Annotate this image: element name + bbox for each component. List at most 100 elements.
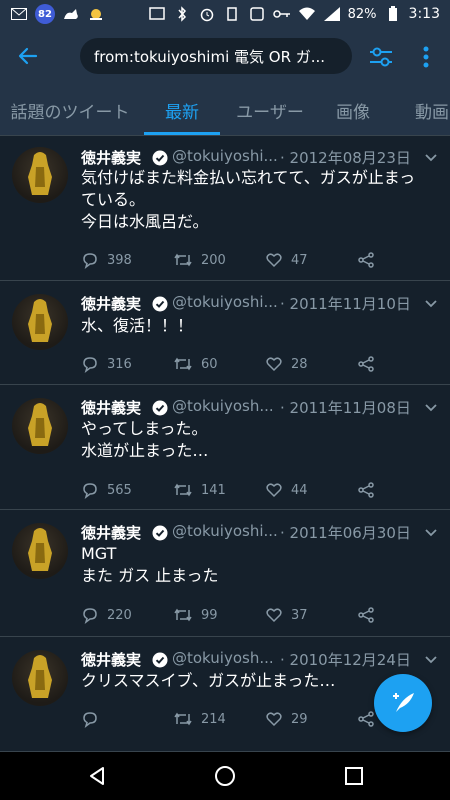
more-vertical-icon xyxy=(423,46,429,68)
retweet-button[interactable]: 141 xyxy=(173,480,226,500)
retweet-button[interactable]: 99 xyxy=(173,605,218,625)
like-count: 37 xyxy=(291,607,308,623)
retweet-icon xyxy=(174,253,192,267)
key-icon xyxy=(272,5,291,23)
chevron-down-icon[interactable] xyxy=(424,526,438,540)
battery-icon xyxy=(384,5,402,23)
verified-icon xyxy=(152,525,168,541)
avatar[interactable] xyxy=(12,147,68,203)
nav-recents-icon[interactable] xyxy=(342,764,366,788)
retweet-button[interactable]: 214 xyxy=(173,709,226,729)
search-input[interactable]: from:tokuiyoshimi 電気 OR ガ... xyxy=(80,38,352,74)
heart-icon xyxy=(266,712,282,727)
gold-figure-image xyxy=(28,299,52,342)
filter-button[interactable] xyxy=(366,42,396,72)
gold-figure-image xyxy=(28,152,52,195)
arrow-left-icon xyxy=(18,47,38,65)
like-count: 47 xyxy=(291,252,308,268)
reply-count: 316 xyxy=(107,356,132,372)
retweet-button[interactable]: 60 xyxy=(173,354,218,374)
chevron-down-icon[interactable] xyxy=(424,151,438,165)
chevron-down-icon[interactable] xyxy=(424,297,438,311)
share-button[interactable] xyxy=(357,605,375,625)
share-button[interactable] xyxy=(357,709,375,729)
tweet-actions: 220 99 37 xyxy=(81,605,441,625)
tab-latest[interactable]: 最新 xyxy=(144,84,220,136)
display-name[interactable]: 徳井義実 xyxy=(81,649,141,670)
tweet-item[interactable]: 徳井義実 @tokuiyosh... · 2011年11月08日 やってしまった… xyxy=(0,386,450,510)
avatar[interactable] xyxy=(12,398,68,454)
avatar[interactable] xyxy=(12,523,68,579)
retweet-count: 99 xyxy=(201,607,218,623)
tab-top[interactable]: 話題のツイート xyxy=(0,84,140,136)
like-button[interactable]: 29 xyxy=(265,709,308,729)
compose-tweet-button[interactable] xyxy=(374,674,432,732)
tweet-item[interactable]: 徳井義実 @tokuiyoshi... · 2012年08月23日 気付けばまた… xyxy=(0,137,450,281)
avatar[interactable] xyxy=(12,650,68,706)
email-icon xyxy=(10,5,28,23)
display-name[interactable]: 徳井義実 xyxy=(81,397,141,418)
retweet-count: 141 xyxy=(201,482,226,498)
like-button[interactable]: 47 xyxy=(265,250,308,270)
tab-videos[interactable]: 動画 xyxy=(402,84,450,136)
display-name[interactable]: 徳井義実 xyxy=(81,147,141,168)
reply-count: 565 xyxy=(107,482,132,498)
handle: @tokuiyoshi... xyxy=(172,293,278,311)
like-button[interactable]: 37 xyxy=(265,605,308,625)
tweet-date: · 2011年11月08日 xyxy=(280,399,411,417)
signal-icon xyxy=(323,5,341,23)
compose-feather-icon xyxy=(393,693,414,712)
reply-button[interactable]: 398 xyxy=(81,250,132,270)
reply-button[interactable]: 316 xyxy=(81,354,132,374)
notification-badge: 82 xyxy=(35,4,55,24)
tweet-text: 水、復活！！！ xyxy=(81,316,194,335)
like-button[interactable]: 28 xyxy=(265,354,308,374)
reply-button[interactable]: 565 xyxy=(81,480,132,500)
active-tab-indicator xyxy=(144,132,220,135)
tab-images[interactable]: 画像 xyxy=(322,84,384,136)
gold-figure-image xyxy=(28,655,52,698)
display-name[interactable]: 徳井義実 xyxy=(81,293,141,314)
retweet-icon xyxy=(174,357,192,371)
retweet-count: 60 xyxy=(201,356,218,372)
share-icon xyxy=(358,356,374,372)
battery-percent: 82% xyxy=(347,6,377,22)
more-menu-button[interactable] xyxy=(414,42,438,72)
display-name[interactable]: 徳井義実 xyxy=(81,522,141,543)
tweet-date: · 2010年12月24日 xyxy=(280,651,411,669)
reply-icon xyxy=(83,253,97,269)
bluetooth-icon xyxy=(173,5,191,23)
android-nav-bar xyxy=(0,752,450,800)
tweet-item[interactable]: 徳井義実 @tokuiyoshi... · 2011年06月30日 MGT また… xyxy=(0,511,450,637)
gold-figure-image xyxy=(28,403,52,446)
like-button[interactable]: 44 xyxy=(265,480,308,500)
chevron-down-icon[interactable] xyxy=(424,401,438,415)
tweet-date: · 2012年08月23日 xyxy=(280,149,411,167)
reply-icon xyxy=(83,712,97,728)
heart-icon xyxy=(266,608,282,623)
verified-icon xyxy=(152,400,168,416)
verified-icon xyxy=(152,296,168,312)
share-icon xyxy=(358,711,374,727)
share-button[interactable] xyxy=(357,354,375,374)
reply-button[interactable]: 220 xyxy=(81,605,132,625)
reply-button[interactable] xyxy=(81,709,107,729)
avatar[interactable] xyxy=(12,294,68,350)
back-button[interactable] xyxy=(0,28,56,84)
share-button[interactable] xyxy=(357,480,375,500)
handle: @tokuiyosh... xyxy=(172,649,274,667)
tweet-date: · 2011年11月10日 xyxy=(280,295,411,313)
share-button[interactable] xyxy=(357,250,375,270)
tweet-item[interactable]: 徳井義実 @tokuiyoshi... · 2011年11月10日 水、復活！！… xyxy=(0,282,450,385)
like-count: 28 xyxy=(291,356,308,372)
chevron-down-icon[interactable] xyxy=(424,653,438,667)
nav-back-icon[interactable] xyxy=(85,764,109,788)
tab-users[interactable]: ユーザー xyxy=(226,84,314,136)
tweet-actions: 398 200 47 xyxy=(81,250,441,270)
retweet-button[interactable]: 200 xyxy=(173,250,226,270)
reply-icon xyxy=(83,483,97,499)
vibrate-icon xyxy=(223,5,241,23)
retweet-icon xyxy=(174,608,192,622)
nav-home-icon[interactable] xyxy=(213,764,237,788)
heart-icon xyxy=(266,253,282,268)
